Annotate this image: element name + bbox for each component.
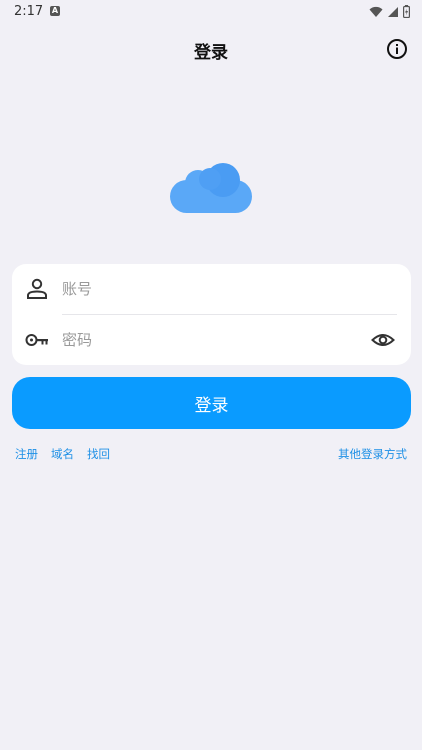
register-link[interactable]: 注册 (15, 446, 38, 462)
notification-icon: A (50, 6, 60, 16)
domain-link[interactable]: 域名 (51, 446, 74, 462)
account-row (12, 264, 411, 315)
status-icons (369, 5, 410, 18)
wifi-icon (369, 6, 383, 17)
login-form-card (12, 264, 411, 365)
title-bar: 登录 (0, 30, 422, 68)
signal-icon (388, 6, 398, 17)
status-bar: 2:17 A (0, 0, 422, 24)
password-row (12, 315, 411, 365)
battery-icon (403, 5, 410, 18)
auxiliary-links: 注册 域名 找回 (15, 446, 110, 462)
cloud-logo (170, 163, 252, 213)
other-login-link[interactable]: 其他登录方式 (338, 447, 407, 461)
login-button[interactable]: 登录 (12, 377, 411, 429)
status-time: 2:17 (14, 4, 44, 19)
page-title: 登录 (194, 43, 228, 63)
other-login-container: 其他登录方式 (338, 446, 407, 462)
info-icon[interactable] (386, 38, 408, 60)
recover-link[interactable]: 找回 (87, 446, 110, 462)
key-icon (25, 334, 48, 346)
user-icon (27, 278, 47, 299)
account-input[interactable] (62, 277, 342, 301)
password-input[interactable] (62, 328, 342, 352)
eye-icon[interactable] (371, 329, 395, 351)
